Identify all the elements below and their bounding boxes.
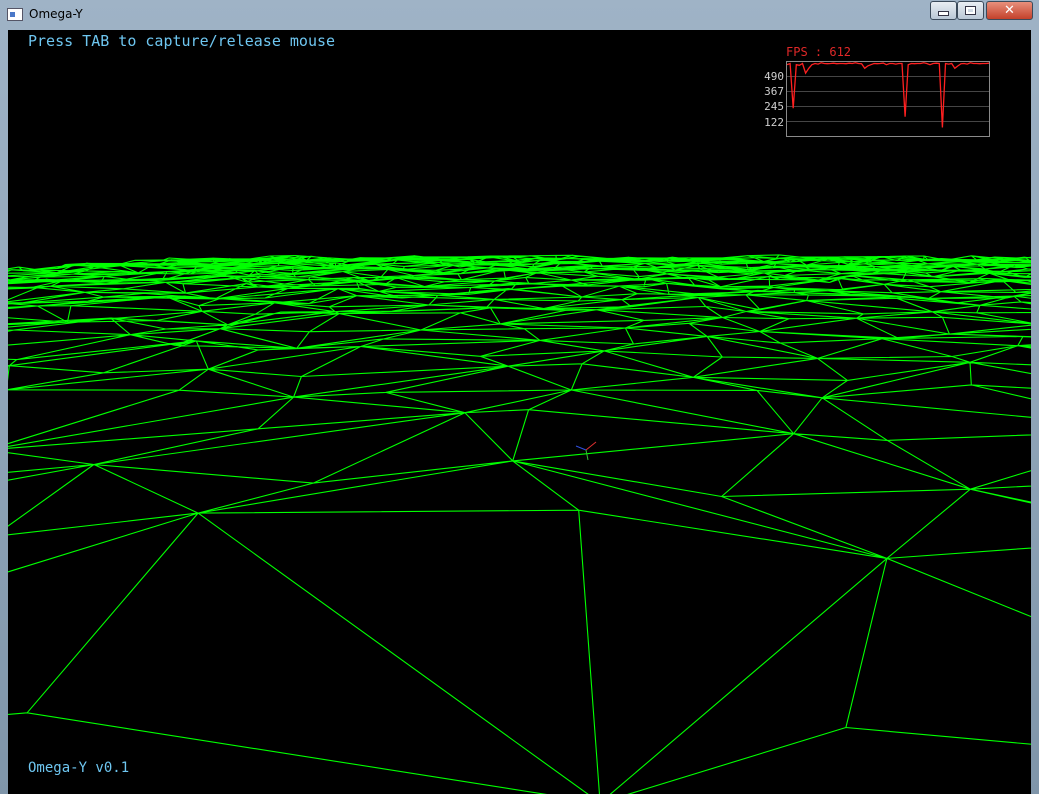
tick-label: 245 [764, 100, 784, 113]
fps-graph: FPS : 612 490 367 245 122 [748, 45, 998, 140]
minimize-button[interactable] [930, 1, 957, 20]
window-title: Omega-Y [29, 7, 83, 21]
app-window: Omega-Y ✕ Press TAB to capture/release m… [0, 0, 1039, 794]
terrain-wireframe [8, 254, 1031, 794]
render-viewport[interactable]: Press TAB to capture/release mouse Omega… [8, 30, 1031, 794]
axis-gizmo-line [575, 445, 587, 451]
fps-plot-area [786, 61, 990, 137]
axis-gizmo-line [585, 441, 597, 451]
fps-readout: FPS : 612 [786, 45, 852, 59]
axis-gizmo-line [585, 449, 589, 461]
fps-plot [786, 62, 990, 128]
fps-series-line [786, 62, 990, 128]
terrain-mesh [8, 254, 1031, 794]
tick-label: 490 [764, 70, 784, 83]
app-icon[interactable] [7, 8, 23, 21]
capture-hint: Press TAB to capture/release mouse [28, 32, 336, 50]
title-bar[interactable]: Omega-Y ✕ [0, 0, 1039, 30]
version-label: Omega-Y v0.1 [28, 760, 130, 776]
minimize-icon [938, 11, 949, 16]
terrain-edges [8, 254, 1031, 794]
close-icon: ✕ [1004, 3, 1015, 18]
close-button[interactable]: ✕ [986, 1, 1033, 20]
tick-label: 367 [764, 85, 784, 98]
tick-label: 122 [764, 116, 784, 129]
maximize-button[interactable] [957, 1, 984, 20]
maximize-icon [965, 6, 976, 15]
